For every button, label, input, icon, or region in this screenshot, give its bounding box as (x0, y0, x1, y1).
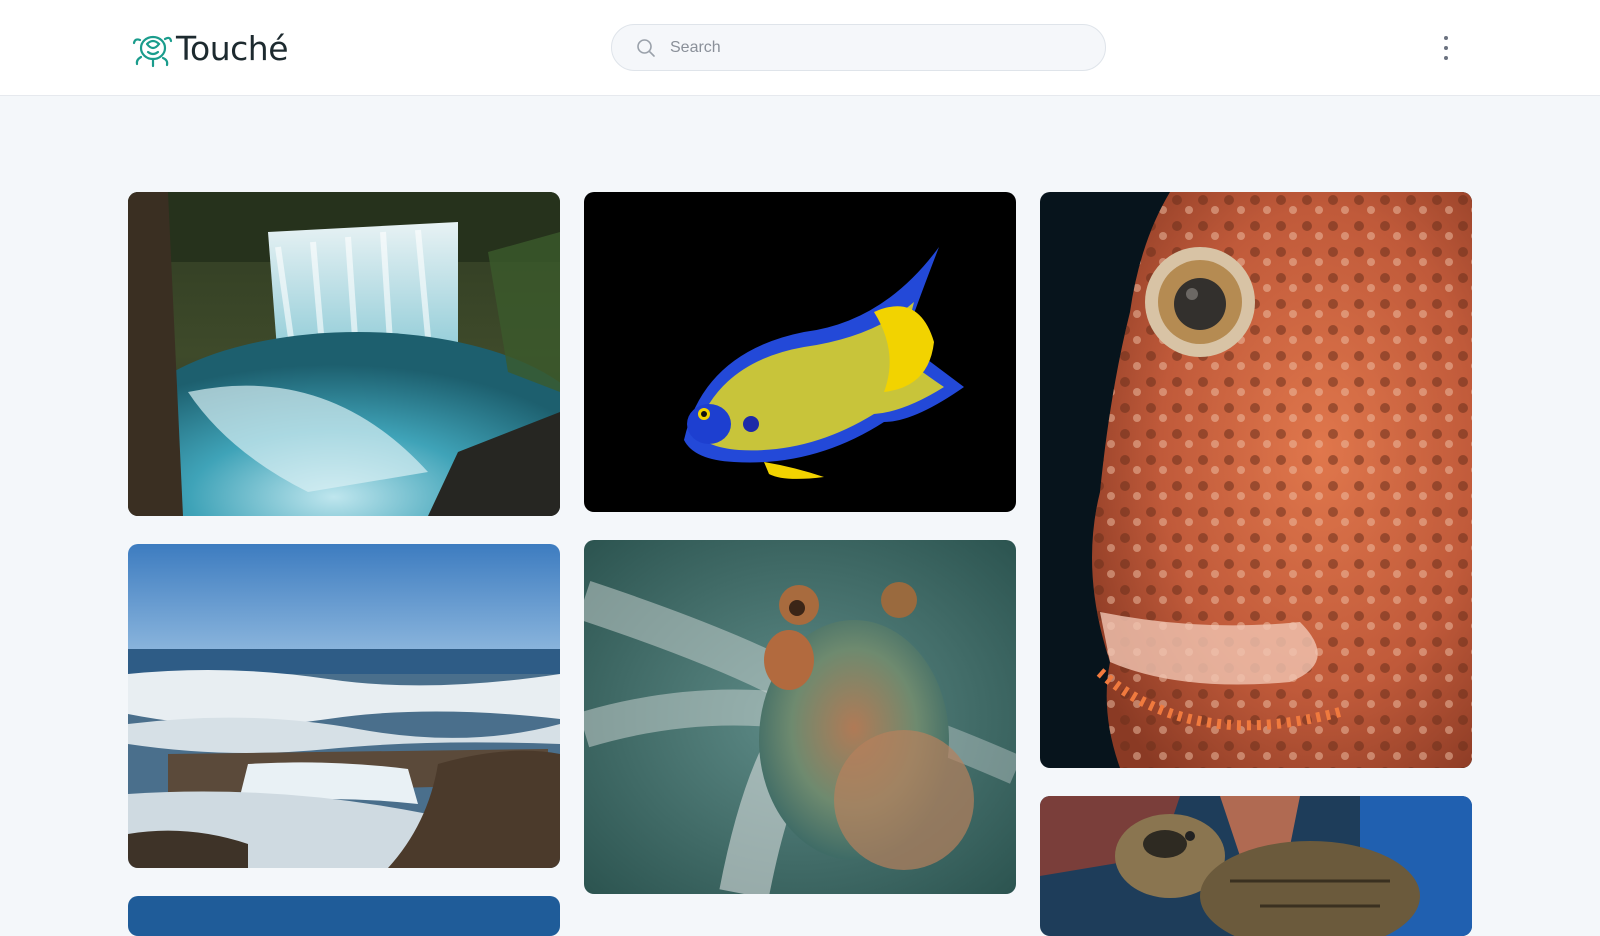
search-bar[interactable] (611, 24, 1106, 71)
photo-blue-ocean[interactable] (128, 896, 560, 936)
menu-dot (1444, 56, 1448, 60)
photo-scorpionfish[interactable] (1040, 192, 1472, 768)
photo-waterfall[interactable] (128, 192, 560, 516)
top-header: Touché (0, 0, 1600, 96)
logo[interactable]: Touché (130, 26, 289, 70)
menu-dot (1444, 46, 1448, 50)
waterfall-image (128, 192, 560, 516)
search-input[interactable] (670, 38, 1070, 57)
logo-text: Touché (176, 28, 289, 68)
angelfish-image (584, 192, 1016, 512)
turtle-image (1040, 796, 1472, 936)
coast-image (128, 544, 560, 868)
photo-rocky-coast[interactable] (128, 544, 560, 868)
more-vertical-icon[interactable] (1436, 36, 1456, 60)
search-icon (637, 38, 655, 57)
ocean-image (128, 896, 560, 936)
octopus-image (584, 540, 1016, 894)
photo-octopus[interactable] (584, 540, 1016, 894)
photo-angelfish[interactable] (584, 192, 1016, 512)
photo-sea-turtle[interactable] (1040, 796, 1472, 936)
menu-dot (1444, 36, 1448, 40)
scorpionfish-image (1040, 192, 1472, 768)
turtle-logo-icon (132, 35, 173, 68)
